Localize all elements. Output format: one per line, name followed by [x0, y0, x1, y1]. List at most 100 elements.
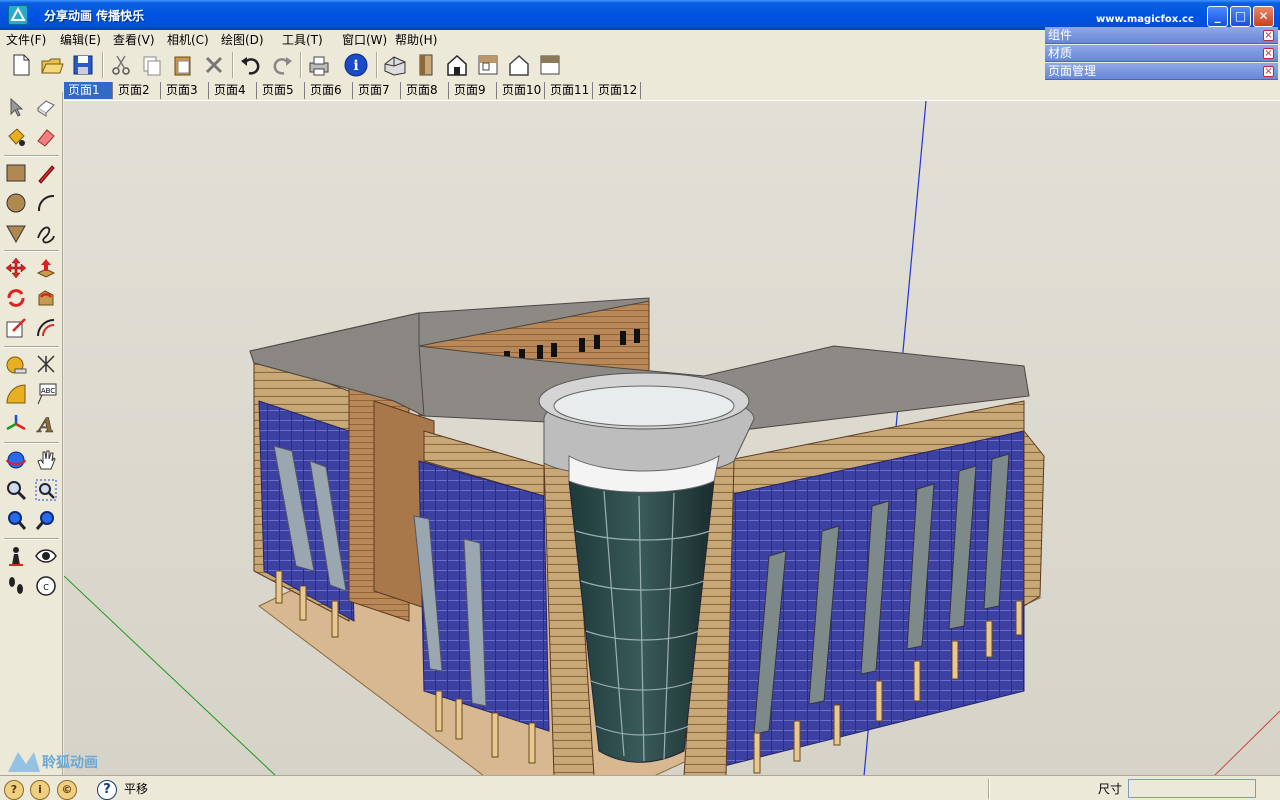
menu-camera[interactable]: 相机(C) — [167, 31, 209, 48]
tray-panels: 组件 × 材质 × 页面管理 × — [1045, 27, 1280, 80]
tab-scene-4[interactable]: 页面4 — [210, 82, 257, 99]
tab-scene-12[interactable]: 页面12 — [594, 82, 641, 99]
scale-icon[interactable] — [1, 313, 31, 343]
measurements-label: 尺寸 — [1098, 782, 1123, 796]
eraser-icon[interactable] — [31, 122, 61, 152]
print-icon[interactable] — [304, 50, 334, 80]
save-disk-icon[interactable] — [68, 50, 98, 80]
sketchup-window: 分享动画 传播快乐 www.magicfox.cc _ □ ✕ 文件(F) 编辑… — [0, 0, 1280, 800]
tab-scene-10[interactable]: 页面10 — [498, 82, 545, 99]
menu-tools[interactable]: 工具(T) — [282, 31, 323, 48]
orbit-icon[interactable] — [1, 445, 31, 475]
close-icon[interactable]: × — [1263, 30, 1274, 41]
rectangle-icon[interactable] — [1, 158, 31, 188]
previous-view-icon[interactable] — [31, 505, 61, 535]
protractor-icon[interactable] — [1, 379, 31, 409]
paint-bucket-icon[interactable] — [1, 122, 31, 152]
menu-edit[interactable]: 编辑(E) — [60, 31, 101, 48]
pan-hand-icon[interactable] — [31, 445, 61, 475]
dimension-icon[interactable] — [31, 349, 61, 379]
status-bar: ? i © ? 平移 尺寸 — [0, 775, 1280, 800]
iso-view-icon[interactable] — [380, 50, 410, 80]
toolbar-separator — [4, 155, 59, 157]
tab-scene-3[interactable]: 页面3 — [162, 82, 209, 99]
minimize-button[interactable]: _ — [1207, 6, 1228, 27]
copy-icon[interactable] — [137, 50, 167, 80]
undo-icon[interactable] — [236, 50, 266, 80]
scene-tabs: 页面1 页面2 页面3 页面4 页面5 页面6 页面7 页面8 页面9 页面10… — [64, 82, 1280, 100]
menu-help[interactable]: 帮助(H) — [395, 31, 437, 48]
position-camera-icon[interactable] — [1, 541, 31, 571]
offset-icon[interactable] — [31, 313, 61, 343]
pencil-line-icon[interactable] — [31, 158, 61, 188]
push-pull-icon[interactable] — [31, 253, 61, 283]
tab-scene-5[interactable]: 页面5 — [258, 82, 305, 99]
menu-window[interactable]: 窗口(W) — [342, 31, 387, 48]
menu-bar: 文件(F) 编辑(E) 查看(V) 相机(C) 绘图(D) 工具(T) 窗口(W… — [0, 30, 1045, 48]
model-info-icon[interactable]: i — [341, 50, 371, 80]
modeling-viewport[interactable] — [64, 100, 1280, 775]
status-text: 平移 — [124, 782, 149, 796]
axes-icon[interactable] — [1, 409, 31, 439]
credits-icon[interactable]: i — [30, 780, 50, 800]
right-view-icon[interactable] — [473, 50, 503, 80]
walk-icon[interactable] — [1, 571, 31, 601]
tray-scenes[interactable]: 页面管理 × — [1045, 63, 1278, 80]
tape-measure-icon[interactable] — [1, 349, 31, 379]
close-icon[interactable]: × — [1263, 66, 1274, 77]
polygon-icon[interactable] — [1, 218, 31, 248]
menu-view[interactable]: 查看(V) — [113, 31, 155, 48]
redo-icon[interactable] — [267, 50, 297, 80]
select-arrow-icon[interactable] — [1, 92, 31, 122]
app-logo-icon[interactable] — [8, 5, 28, 25]
building-model — [64, 101, 1280, 775]
look-around-icon[interactable] — [31, 541, 61, 571]
3d-text-icon[interactable]: A — [31, 409, 61, 439]
left-view-icon[interactable] — [535, 50, 565, 80]
back-view-icon[interactable] — [504, 50, 534, 80]
tab-scene-9[interactable]: 页面9 — [450, 82, 497, 99]
help-icon[interactable]: ? — [97, 780, 117, 800]
watermark-text: 聆狐动画 — [42, 755, 98, 771]
top-view-icon[interactable] — [411, 50, 441, 80]
toolbar-separator — [102, 52, 104, 78]
tab-scene-8[interactable]: 页面8 — [402, 82, 449, 99]
close-icon[interactable]: × — [1263, 48, 1274, 59]
measurements-input[interactable] — [1128, 779, 1256, 798]
arc-icon[interactable] — [31, 188, 61, 218]
toolbar-separator — [376, 52, 378, 78]
tab-scene-1[interactable]: 页面1 — [64, 82, 113, 99]
delete-x-icon[interactable] — [199, 50, 229, 80]
paste-clipboard-icon[interactable] — [168, 50, 198, 80]
site-url: www.magicfox.cc — [1096, 14, 1194, 25]
geo-location-icon[interactable]: ? — [4, 780, 24, 800]
rotate-icon[interactable] — [1, 283, 31, 313]
maximize-button[interactable]: □ — [1230, 6, 1251, 27]
close-button[interactable]: ✕ — [1253, 6, 1274, 27]
follow-me-icon[interactable] — [31, 283, 61, 313]
open-folder-icon[interactable] — [37, 50, 67, 80]
menu-draw[interactable]: 绘图(D) — [221, 31, 264, 48]
new-file-icon[interactable] — [6, 50, 36, 80]
tab-scene-6[interactable]: 页面6 — [306, 82, 353, 99]
menu-file[interactable]: 文件(F) — [6, 31, 46, 48]
tray-materials[interactable]: 材质 × — [1045, 45, 1278, 62]
tab-scene-2[interactable]: 页面2 — [114, 82, 161, 99]
zoom-extents-icon[interactable] — [1, 505, 31, 535]
component-icon[interactable] — [31, 92, 61, 122]
front-view-icon[interactable] — [442, 50, 472, 80]
text-label-icon[interactable]: ABC — [31, 379, 61, 409]
zoom-window-icon[interactable] — [31, 475, 61, 505]
cut-scissors-icon[interactable] — [106, 50, 136, 80]
tab-scene-11[interactable]: 页面11 — [546, 82, 593, 99]
window-title: 分享动画 传播快乐 — [44, 9, 145, 23]
move-icon[interactable] — [1, 253, 31, 283]
tab-scene-7[interactable]: 页面7 — [354, 82, 401, 99]
tray-components[interactable]: 组件 × — [1045, 27, 1278, 44]
zoom-icon[interactable] — [1, 475, 31, 505]
tray-materials-label: 材质 — [1048, 46, 1073, 60]
user-icon[interactable]: © — [57, 780, 77, 800]
circle-icon[interactable] — [1, 188, 31, 218]
freehand-icon[interactable] — [31, 218, 61, 248]
section-plane-icon[interactable]: C — [31, 571, 61, 601]
